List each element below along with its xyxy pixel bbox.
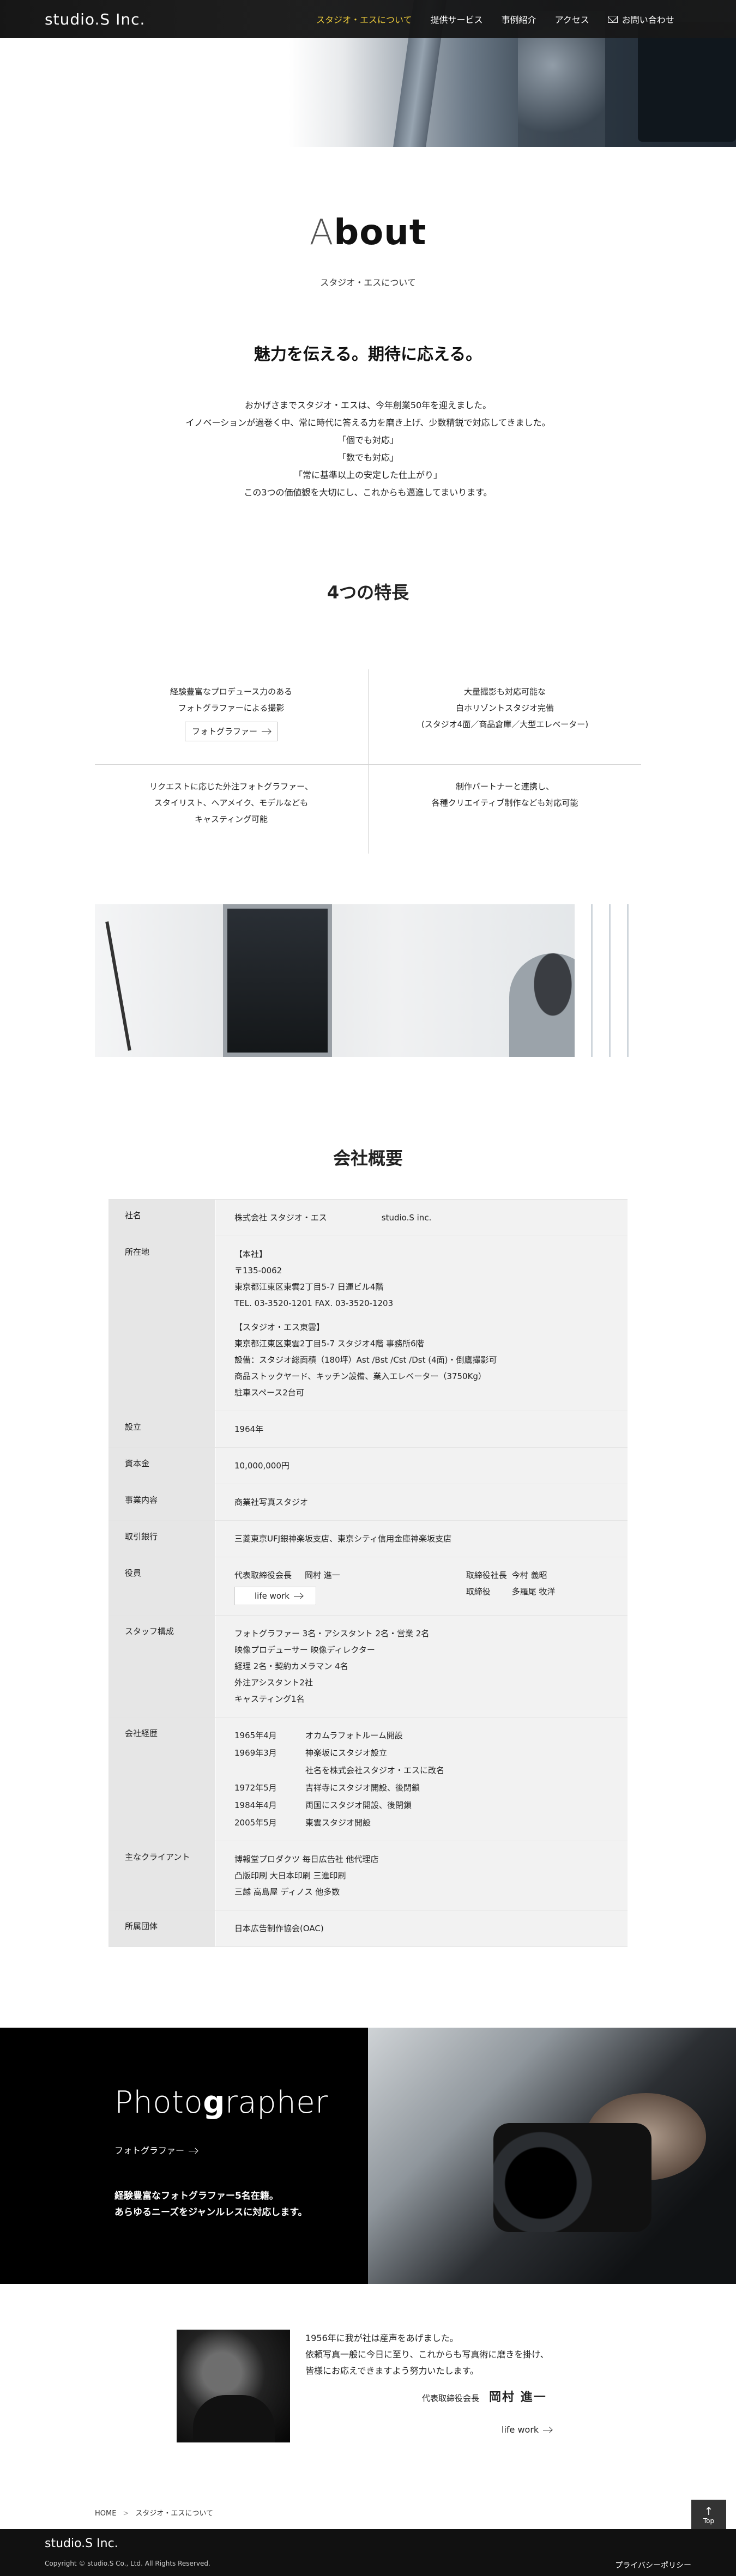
footer-logo[interactable]: studio.S Inc. <box>45 2537 118 2550</box>
table-row: 社名 株式会社 スタジオ・エス studio.S inc. <box>108 1200 628 1236</box>
row-value: 三菱東京UFJ銀神楽坂支店、東京シティ信用金庫神楽坂支店 <box>216 1521 628 1557</box>
feature-item: リクエストに応じた外注フォトグラファー、 スタイリスト、ヘアメイク、モデルなども… <box>149 782 313 824</box>
about-title: About <box>309 213 427 253</box>
breadcrumb-home[interactable]: HOME <box>95 2510 116 2518</box>
chevron-right-icon: > <box>123 2510 129 2518</box>
nav-access[interactable]: アクセス <box>555 13 589 26</box>
row-label: 取引銀行 <box>108 1521 216 1557</box>
arrow-right-icon <box>293 1596 303 1597</box>
company-table: 社名 株式会社 スタジオ・エス studio.S inc. 所在地 【本社】 〒1… <box>108 1199 628 1947</box>
studio-photo <box>95 904 641 1057</box>
features-grid: 経験豊富なプロデュース力のある フォトグラファーによる撮影 フォトグラファー 大… <box>95 669 641 854</box>
row-label: 所在地 <box>108 1236 216 1411</box>
row-value: 株式会社 スタジオ・エス studio.S inc. <box>216 1200 628 1236</box>
lead-heading: 魅力を伝える。期待に応える。 <box>254 345 482 364</box>
table-row: 設立 1964年 <box>108 1411 628 1448</box>
privacy-link[interactable]: プライバシーポリシー <box>615 2560 691 2571</box>
row-label: スタッフ構成 <box>108 1616 216 1717</box>
photographer-button[interactable]: フォトグラファー <box>185 722 277 741</box>
row-value: 10,000,000円 <box>216 1448 628 1484</box>
feature-item: 経験豊富なプロデュース力のある フォトグラファーによる撮影 フォトグラファー <box>95 684 367 741</box>
table-row: スタッフ構成 フォトグラファー 3名・アシスタント 2名・営業 2名 映像プロデ… <box>108 1616 628 1718</box>
nav-about[interactable]: スタジオ・エスについて <box>316 13 412 26</box>
nav-contact[interactable]: お問い合わせ <box>607 13 674 26</box>
row-label: 社名 <box>108 1200 216 1236</box>
row-value: 1964年 <box>216 1411 628 1447</box>
row-label: 所属団体 <box>108 1910 216 1946</box>
row-value: 日本広告制作協会(OAC) <box>216 1910 628 1946</box>
mail-icon <box>607 15 618 23</box>
feature-item: 制作パートナーと連携し、 各種クリエイティブ制作なども対応可能 <box>431 782 578 808</box>
site-logo[interactable]: studio.S Inc. <box>45 10 145 28</box>
arrow-up-icon: ↑ <box>704 2505 714 2518</box>
company-title: 会社概要 <box>333 1148 403 1169</box>
copyright: Copyright © studio.S Co., Ltd. All Right… <box>45 2560 210 2567</box>
intro-text: おかげさまでスタジオ・エスは、今年創業50年を迎えました。 イノベーションが過巻… <box>185 400 551 498</box>
global-nav: スタジオ・エスについて 提供サービス 事例紹介 アクセス お問い合わせ <box>316 0 674 38</box>
about-subtitle: スタジオ・エスについて <box>320 277 416 288</box>
row-label: 設立 <box>108 1411 216 1447</box>
nav-services[interactable]: 提供サービス <box>431 13 483 26</box>
nav-contact-label: お問い合わせ <box>622 15 674 25</box>
row-value: フォトグラファー 3名・アシスタント 2名・営業 2名 映像プロデューサー 映像… <box>216 1616 628 1717</box>
chairman-signature: 代表取締役会長 岡村 進一 <box>422 2391 547 2404</box>
chairman-photo <box>177 2330 290 2442</box>
chairman-message: 1956年に我が社は産声をあげました。 依頼写真一般に今日に至り、これからも写真… <box>305 2333 549 2376</box>
photographer-section <box>0 2028 736 2284</box>
breadcrumb-current: スタジオ・エスについて <box>135 2510 213 2518</box>
row-value: 商業社写真スタジオ <box>216 1484 628 1520</box>
photographer-photo <box>368 2028 736 2284</box>
table-row: 役員 代表取締役会長 岡村 進一 life work 取締役社長 今村 義昭 取締役… <box>108 1557 628 1616</box>
photographer-title: Photographer <box>114 2085 328 2120</box>
row-label: 役員 <box>108 1557 216 1615</box>
row-label: 資本金 <box>108 1448 216 1484</box>
life-work-link[interactable]: life work <box>502 2424 552 2435</box>
row-value: 1965年4月 オカムラフォトルーム開設 1969年3月 神楽坂にスタジオ設立 社名… <box>216 1718 628 1841</box>
table-row: 資本金 10,000,000円 <box>108 1448 628 1484</box>
row-label: 事業内容 <box>108 1484 216 1520</box>
row-label: 会社経歴 <box>108 1718 216 1841</box>
row-value: 博報堂プロダクツ 毎日広告社 他代理店 凸版印刷 大日本印刷 三進印刷 三越 高… <box>216 1841 628 1910</box>
photographer-text: 経験豊富なフォトグラファー5名在籍。 あらゆるニーズをジャンルレスに対応します。 <box>114 2191 307 2218</box>
table-row: 所属団体 日本広告制作協会(OAC) <box>108 1910 628 1947</box>
nav-works[interactable]: 事例紹介 <box>502 13 536 26</box>
table-row: 主なクライアント 博報堂プロダクツ 毎日広告社 他代理店 凸版印刷 大日本印刷 … <box>108 1841 628 1910</box>
life-work-button[interactable]: life work <box>234 1587 316 1605</box>
photographer-link[interactable]: フォトグラファー <box>114 2143 198 2156</box>
table-row: 所在地 【本社】 〒135-0062 東京都江東区東雲2丁目5-7 日運ビル4階… <box>108 1236 628 1411</box>
row-value: 【本社】 〒135-0062 東京都江東区東雲2丁目5-7 日運ビル4階 TEL… <box>216 1236 628 1411</box>
table-row: 事業内容 商業社写真スタジオ <box>108 1484 628 1521</box>
breadcrumb: HOME > スタジオ・エスについて <box>95 2507 213 2518</box>
arrow-right-icon <box>262 731 270 732</box>
top-bar: studio.S Inc. スタジオ・エスについて 提供サービス 事例紹介 アク… <box>0 0 736 38</box>
table-row: 会社経歴 1965年4月 オカムラフォトルーム開設 1969年3月 神楽坂にスタジオ… <box>108 1718 628 1841</box>
row-label: 主なクライアント <box>108 1841 216 1910</box>
features-title: 4つの特長 <box>327 582 409 603</box>
feature-item: 大量撮影も対応可能な 白ホリゾントスタジオ完備 (スタジオ4面／商品倉庫／大型エ… <box>421 687 589 729</box>
footer: studio.S Inc. Copyright © studio.S Co., … <box>0 2529 736 2576</box>
table-row: 取引銀行 三菱東京UFJ銀神楽坂支店、東京シティ信用金庫神楽坂支店 <box>108 1521 628 1557</box>
row-value: 代表取締役会長 岡村 進一 life work 取締役社長 今村 義昭 取締役 多羅尾… <box>216 1557 628 1615</box>
